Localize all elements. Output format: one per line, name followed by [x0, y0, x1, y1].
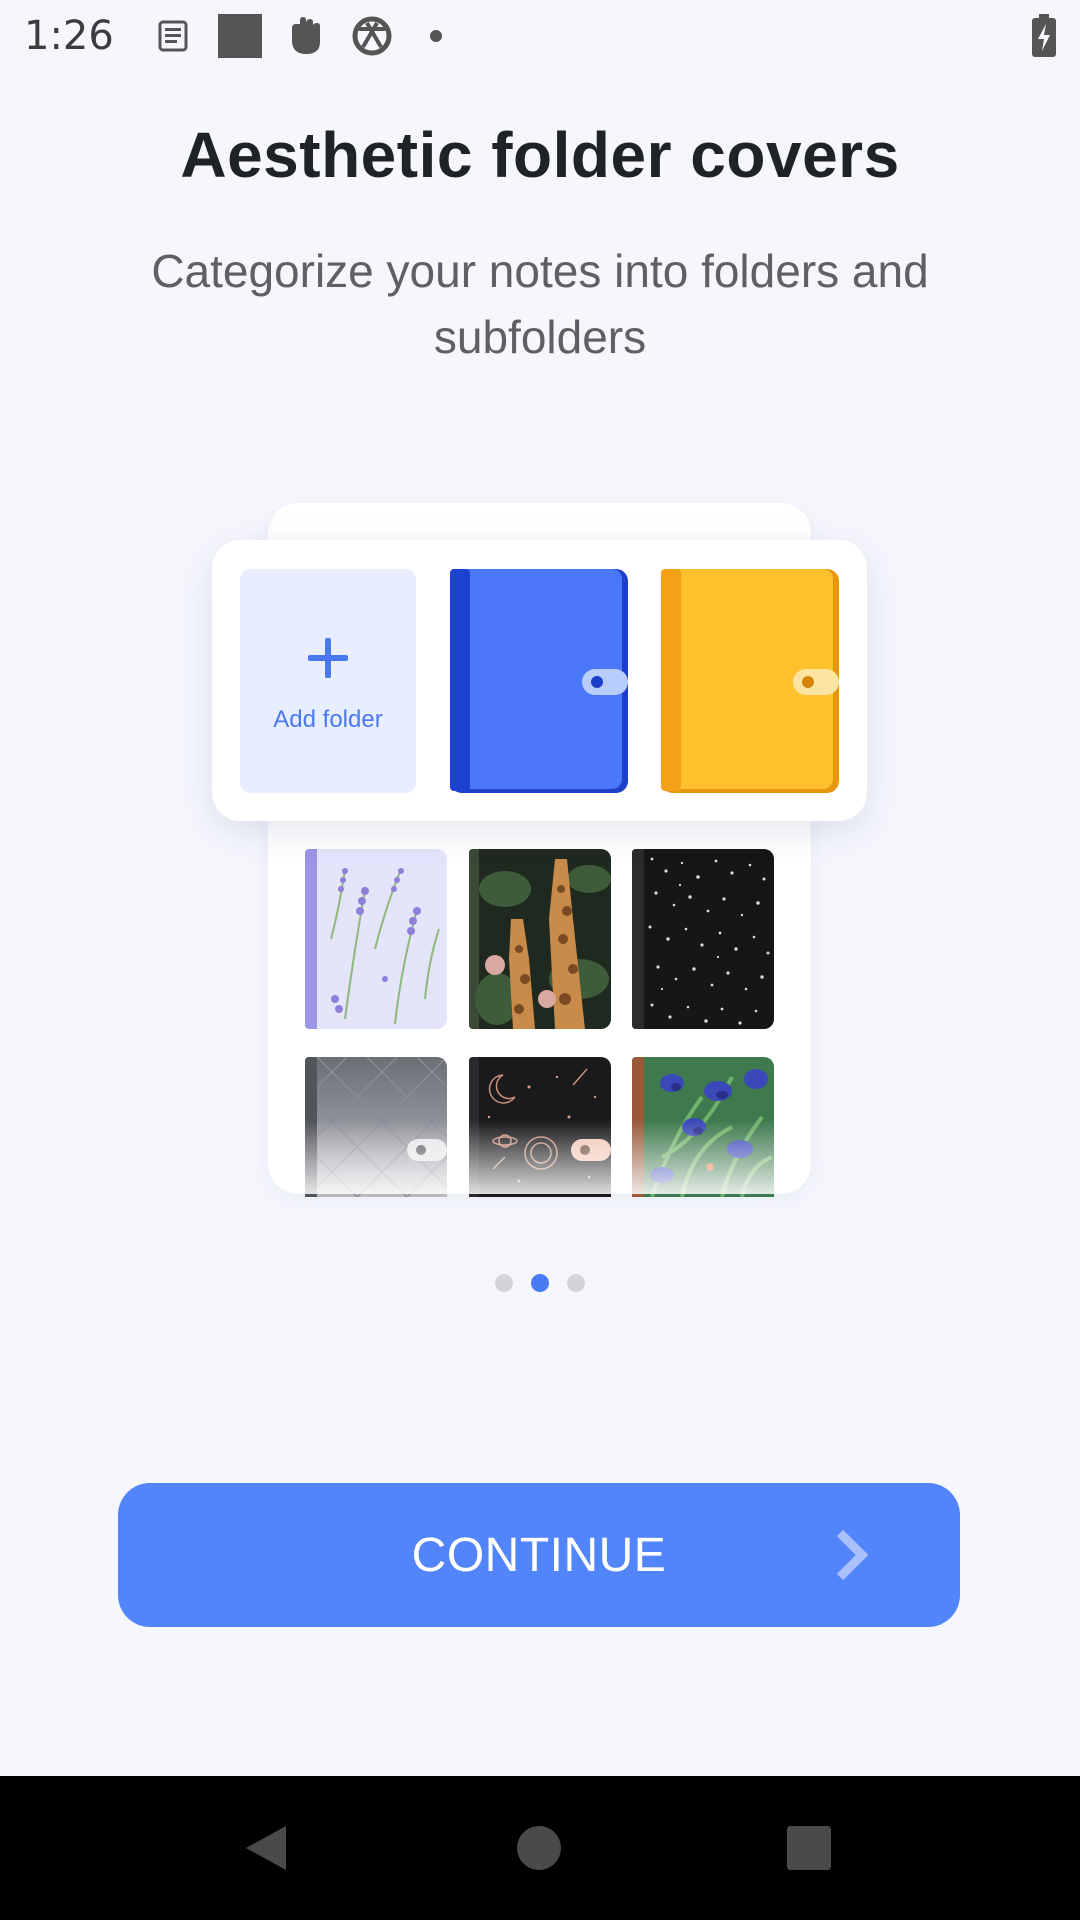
- continue-label: CONTINUE: [411, 1528, 667, 1582]
- home-icon[interactable]: [503, 1812, 575, 1884]
- page-subtitle: Categorize your notes into folders and s…: [151, 245, 929, 363]
- plus-icon: [304, 634, 352, 682]
- dot-icon: [429, 30, 442, 42]
- yellow-notebook-cover: [661, 569, 839, 793]
- black-speckled-cover: [632, 849, 774, 1029]
- battery-charging-icon: [1030, 14, 1058, 58]
- fist-icon: [284, 14, 328, 58]
- add-folder-tile: Add folder: [240, 569, 416, 793]
- ball-icon: [350, 14, 394, 58]
- page-title: Aesthetic folder covers: [180, 119, 900, 191]
- giraffe-jungle-cover: [469, 849, 611, 1029]
- page-indicator: [0, 1274, 1080, 1292]
- recents-icon[interactable]: [773, 1812, 845, 1884]
- back-icon[interactable]: [230, 1812, 302, 1884]
- chevron-right-icon: [834, 1529, 869, 1581]
- continue-button[interactable]: CONTINUE: [118, 1483, 960, 1627]
- status-bar: 1:26: [0, 0, 1080, 72]
- blue-notebook-cover: [450, 569, 628, 793]
- page-dot-active: [531, 1274, 549, 1292]
- system-nav-bar: [0, 1776, 1080, 1920]
- add-folder-label: Add folder: [273, 706, 383, 733]
- page-dot: [567, 1274, 585, 1292]
- page-dot: [495, 1274, 513, 1292]
- lavender-floral-cover: [305, 849, 447, 1029]
- grid-fade: [268, 1120, 811, 1194]
- square-icon: [217, 14, 262, 58]
- notes-icon: [152, 14, 196, 58]
- status-time: 1:26: [24, 13, 114, 59]
